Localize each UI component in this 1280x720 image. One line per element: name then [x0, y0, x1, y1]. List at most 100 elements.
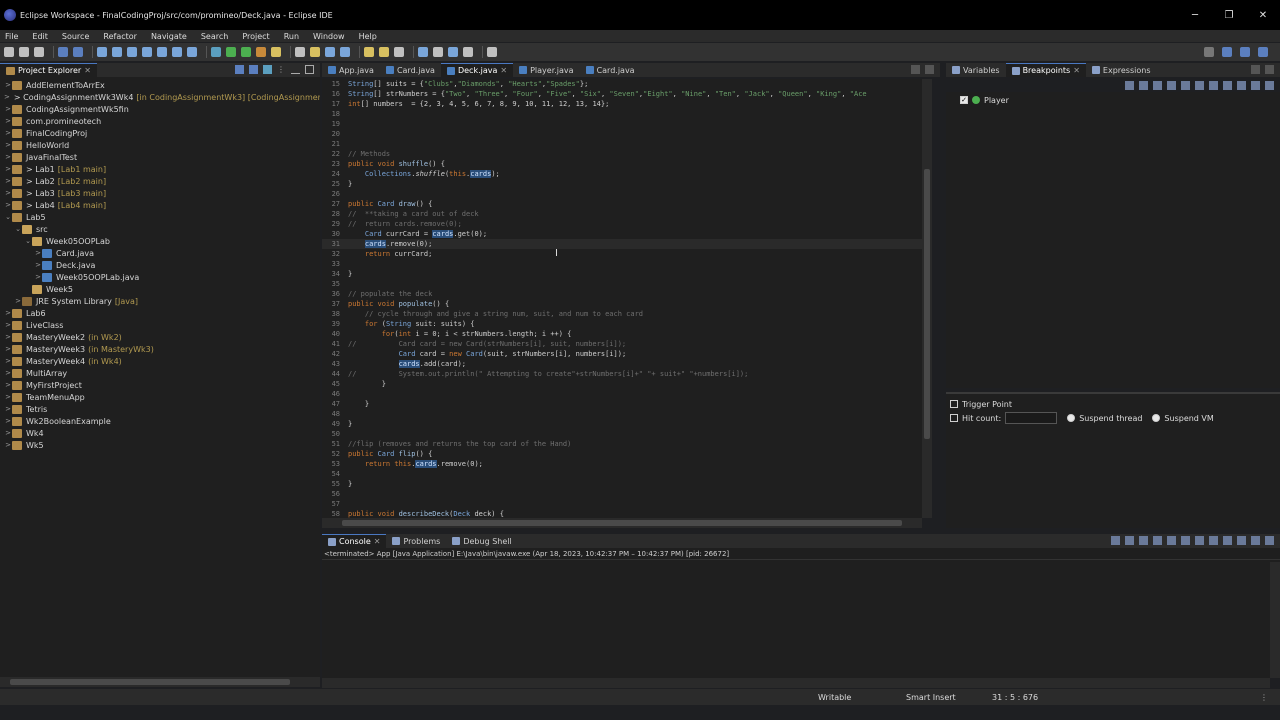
tree-item[interactable]: > AddElementToArrEx	[0, 79, 320, 91]
chevron-right-icon[interactable]: >	[4, 441, 12, 449]
run-icon[interactable]	[241, 47, 251, 57]
terminate-icon[interactable]	[127, 47, 137, 57]
menu-refactor[interactable]: Refactor	[103, 32, 137, 41]
code-line[interactable]: 23 public void shuffle() {	[322, 159, 922, 169]
code-line[interactable]: 47 }	[322, 399, 922, 409]
chevron-right-icon[interactable]: >	[4, 405, 12, 413]
collapse-all-icon[interactable]	[1209, 81, 1218, 90]
tab-debug-expressions[interactable]: Expressions	[1086, 63, 1157, 77]
chevron-right-icon[interactable]: >	[4, 321, 12, 329]
code-line[interactable]: 26	[322, 189, 922, 199]
code-line[interactable]: 54	[322, 469, 922, 479]
code-line[interactable]: 37 public void populate() {	[322, 299, 922, 309]
word-wrap-icon[interactable]	[1167, 536, 1176, 545]
code-line[interactable]: 58 public void describeDeck(Deck deck) {	[322, 509, 922, 518]
pin-console-icon[interactable]	[1181, 536, 1190, 545]
close-icon[interactable]: ✕	[374, 537, 381, 546]
scroll-thumb[interactable]	[10, 679, 290, 685]
console-hscrollbar[interactable]	[322, 678, 1270, 688]
breakpoint-item[interactable]: ✓ Player	[946, 93, 1280, 107]
chevron-right-icon[interactable]: >	[34, 249, 42, 257]
code-line[interactable]: 24 Collections.shuffle(this.cards);	[322, 169, 922, 179]
view-menu-icon[interactable]: ⋮	[277, 65, 286, 74]
import-icon[interactable]	[1251, 81, 1260, 90]
code-line[interactable]: 50	[322, 429, 922, 439]
chevron-right-icon[interactable]: >	[4, 105, 12, 113]
chevron-right-icon[interactable]: >	[4, 129, 12, 137]
code-line[interactable]: 52 public Card flip() {	[322, 449, 922, 459]
tree-item[interactable]: > Card.java	[0, 247, 320, 259]
code-line[interactable]: 43 cards.add(card);	[322, 359, 922, 369]
tree-item[interactable]: > Wk5	[0, 439, 320, 451]
chevron-right-icon[interactable]: >	[4, 381, 12, 389]
tree-item[interactable]: > MasteryWeek3 (in MasteryWk3)	[0, 343, 320, 355]
debug-config-icon[interactable]	[58, 47, 68, 57]
hit-count-checkbox[interactable]	[950, 414, 958, 422]
code-line[interactable]: 20	[322, 129, 922, 139]
code-line[interactable]: 31 cards.remove(0);	[322, 239, 922, 249]
tree-item[interactable]: > MyFirstProject	[0, 379, 320, 391]
skip-breakpoints-icon[interactable]	[211, 47, 221, 57]
breakpoint-checkbox[interactable]: ✓	[960, 96, 968, 104]
view-menu-icon[interactable]	[1265, 81, 1274, 90]
search-icon[interactable]	[1204, 47, 1214, 57]
add-exception-icon[interactable]	[1237, 81, 1246, 90]
menu-help[interactable]: Help	[359, 32, 377, 41]
tree-item[interactable]: > TeamMenuApp	[0, 391, 320, 403]
code-line[interactable]: 34}	[322, 269, 922, 279]
tree-item[interactable]: > JRE System Library [Java]	[0, 295, 320, 307]
editor-vscrollbar[interactable]	[922, 79, 932, 518]
suspend-vm-radio[interactable]	[1152, 414, 1161, 422]
chevron-right-icon[interactable]: >	[4, 177, 12, 185]
close-icon[interactable]: ✕	[84, 66, 91, 75]
remove-all-icon[interactable]	[1139, 536, 1148, 545]
remove-all-breakpoints-icon[interactable]	[1139, 81, 1148, 90]
new-java-project-icon[interactable]	[295, 47, 305, 57]
code-line[interactable]: 28 // **taking a card out of deck	[322, 209, 922, 219]
remove-breakpoint-icon[interactable]	[1125, 81, 1134, 90]
code-line[interactable]: 40 for(int i = 0; i < strNumbers.length;…	[322, 329, 922, 339]
code-line[interactable]: 38 // cycle through and give a string nu…	[322, 309, 922, 319]
tab-debug-variables[interactable]: Variables	[946, 63, 1006, 77]
step-into-icon[interactable]	[157, 47, 167, 57]
forward-menu-icon[interactable]	[463, 47, 473, 57]
console-view[interactable]: <terminated> App [Java Application] E:\J…	[322, 548, 1280, 678]
open-type-icon[interactable]	[340, 47, 350, 57]
code-line[interactable]: 17 int[] numbers = {2, 3, 4, 5, 6, 7, 8, …	[322, 99, 922, 109]
tree-item[interactable]: Week5	[0, 283, 320, 295]
code-line[interactable]: 19	[322, 119, 922, 129]
chevron-right-icon[interactable]: >	[4, 117, 12, 125]
filter-icon[interactable]	[263, 65, 272, 74]
chevron-right-icon[interactable]: >	[4, 345, 12, 353]
search-icon[interactable]	[364, 47, 374, 57]
tree-item[interactable]: > LiveClass	[0, 319, 320, 331]
java-perspective-icon[interactable]	[1240, 47, 1250, 57]
annotation-icon[interactable]	[394, 47, 404, 57]
chevron-right-icon[interactable]: >	[4, 189, 12, 197]
close-icon[interactable]: ✕	[500, 66, 507, 75]
code-line[interactable]: 18	[322, 109, 922, 119]
minimize-view-icon[interactable]	[911, 65, 920, 74]
new-icon[interactable]	[4, 47, 14, 57]
code-line[interactable]: 44 // System.out.println(" Attempting to …	[322, 369, 922, 379]
task-icon[interactable]	[379, 47, 389, 57]
chevron-right-icon[interactable]: >	[4, 81, 12, 89]
tree-item[interactable]: > > Lab1 [Lab1 main]	[0, 163, 320, 175]
maximize-view-icon[interactable]	[925, 65, 934, 74]
chevron-right-icon[interactable]: >	[4, 165, 12, 173]
code-line[interactable]: 25}	[322, 179, 922, 189]
suspend-thread-radio[interactable]	[1067, 414, 1076, 422]
tab-console-problems[interactable]: Problems	[386, 534, 446, 548]
code-line[interactable]: 55}	[322, 479, 922, 489]
minimize-view-icon[interactable]	[1251, 65, 1260, 74]
run-config-icon[interactable]	[73, 47, 83, 57]
chevron-right-icon[interactable]: >	[4, 429, 12, 437]
chevron-down-icon[interactable]: ⌄	[4, 213, 12, 221]
hit-count-input[interactable]	[1005, 412, 1058, 424]
code-line[interactable]: 15 String[] suits = {"Clubs","Diamonds", …	[322, 79, 922, 89]
chevron-right-icon[interactable]: >	[4, 393, 12, 401]
code-line[interactable]: 22 // Methods	[322, 149, 922, 159]
chevron-right-icon[interactable]: >	[4, 309, 12, 317]
code-line[interactable]: 30 Card currCard = cards.get(0);	[322, 229, 922, 239]
code-editor[interactable]: 15 String[] suits = {"Clubs","Diamonds", …	[322, 79, 922, 518]
